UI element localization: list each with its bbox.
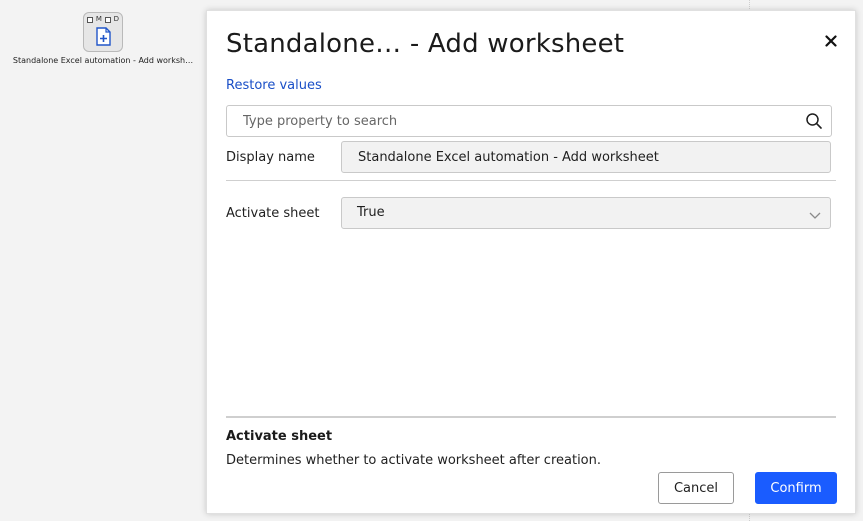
canvas-node-add-worksheet[interactable]: M D Standalone Excel automation - Add wo… bbox=[8, 12, 198, 65]
display-name-label: Display name bbox=[226, 150, 315, 165]
node-flags: M D bbox=[87, 15, 119, 24]
flag-m-label: M bbox=[95, 15, 102, 23]
search-input[interactable] bbox=[227, 106, 797, 136]
flag-checkbox-icon bbox=[87, 16, 93, 23]
flag-checkbox-icon bbox=[104, 16, 111, 23]
help-description: Determines whether to activate worksheet… bbox=[226, 453, 602, 468]
help-divider bbox=[226, 416, 836, 418]
chevron-down-icon bbox=[808, 207, 822, 221]
search-icon[interactable] bbox=[805, 112, 823, 130]
property-search bbox=[226, 105, 832, 137]
activate-sheet-value: True bbox=[357, 205, 385, 220]
close-icon[interactable] bbox=[821, 31, 841, 51]
restore-values-link[interactable]: Restore values bbox=[226, 78, 322, 93]
activate-sheet-label: Activate sheet bbox=[226, 206, 320, 221]
flow-canvas: M D Standalone Excel automation - Add wo… bbox=[0, 0, 863, 521]
node-caption: Standalone Excel automation - Add worksh… bbox=[12, 56, 194, 65]
section-divider bbox=[226, 180, 836, 181]
dialog-title: Standalone… - Add worksheet bbox=[226, 29, 625, 59]
cancel-button[interactable]: Cancel bbox=[658, 472, 734, 504]
help-title: Activate sheet bbox=[226, 429, 333, 444]
display-name-field bbox=[341, 141, 831, 173]
node-box[interactable]: M D bbox=[83, 12, 123, 52]
flag-d-label: D bbox=[113, 15, 119, 23]
display-name-input[interactable] bbox=[342, 142, 830, 172]
activate-sheet-select[interactable]: True bbox=[341, 197, 831, 229]
add-document-icon bbox=[96, 27, 111, 50]
confirm-button[interactable]: Confirm bbox=[755, 472, 837, 504]
properties-dialog: Standalone… - Add worksheet Restore valu… bbox=[206, 10, 856, 514]
